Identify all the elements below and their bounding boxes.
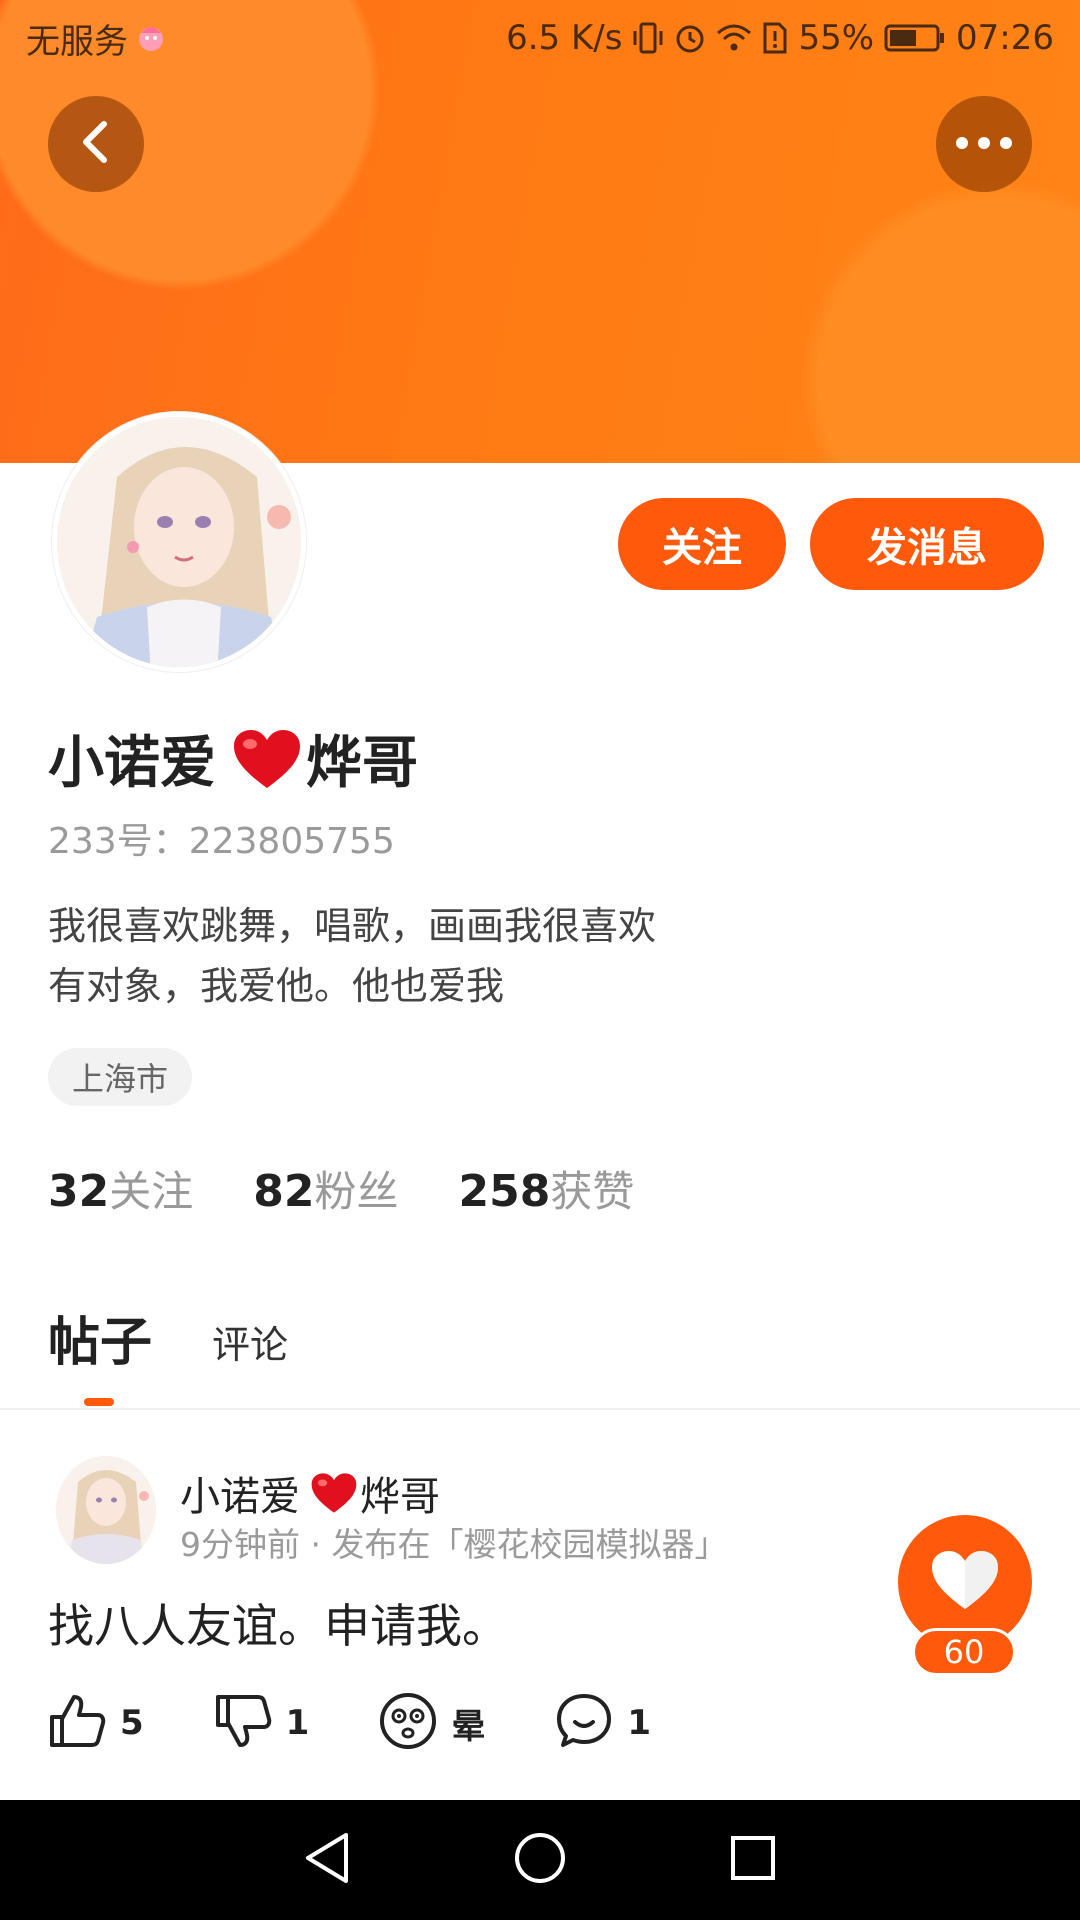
dislike-button[interactable]: 1 — [214, 1693, 310, 1753]
pink-face-icon — [136, 23, 166, 53]
network-speed-text: 6.5 K/s — [506, 18, 623, 58]
post-author-part2: 烨哥 — [360, 1474, 440, 1520]
send-message-button[interactable]: 发消息 — [810, 498, 1044, 590]
profile-name-part1: 小诺爱 — [48, 731, 216, 796]
tab-comments[interactable]: 评论 — [212, 1314, 288, 1375]
wifi-icon — [716, 23, 752, 53]
comment-count: 1 — [627, 1703, 652, 1743]
battery-percent-text: 55% — [798, 18, 875, 58]
post-text: 找八人友谊。申请我。 — [48, 1599, 508, 1653]
heart-count-badge: 60 — [912, 1628, 1016, 1676]
heart-icon — [930, 1549, 1000, 1615]
triangle-back-icon — [302, 1831, 352, 1889]
like-count: 5 — [120, 1703, 144, 1743]
bio-line-2: 有对象，我爱他。他也爱我 — [48, 964, 505, 1008]
vibrate-icon — [632, 21, 664, 55]
battery-icon — [884, 23, 946, 53]
post-actions: 5 1 晕 1 — [48, 1692, 721, 1754]
nav-recents-button[interactable] — [713, 1820, 793, 1900]
user-id: 233号：223805755 — [48, 821, 395, 862]
post-author-name[interactable]: 小诺爱 烨哥 — [180, 1464, 440, 1522]
bio-line-1: 我很喜欢跳舞，唱歌，画画我很喜欢 — [48, 904, 657, 948]
nav-home-button[interactable] — [500, 1820, 580, 1900]
nav-back-button[interactable] — [287, 1820, 367, 1900]
back-button[interactable] — [48, 96, 144, 192]
comment-bubble-icon — [555, 1692, 613, 1754]
stat-following[interactable]: 32 关注 — [48, 1158, 193, 1219]
post-author-avatar[interactable] — [56, 1456, 156, 1564]
dizzy-reaction-button[interactable]: 晕 — [379, 1692, 485, 1754]
follow-button[interactable]: 关注 — [618, 498, 786, 590]
stat-followers[interactable]: 82 粉丝 — [253, 1158, 398, 1219]
status-bar: 无服务 6.5 K/s 55% 07:26 — [0, 0, 1080, 76]
stat-following-count: 32 — [48, 1166, 110, 1217]
carrier-text: 无服务 — [26, 21, 128, 62]
comment-button[interactable]: 1 — [555, 1692, 651, 1754]
sim-alert-icon — [762, 21, 788, 55]
profile-bio: 我很喜欢跳舞，唱歌，画画我很喜欢 有对象，我爱他。他也爱我 — [48, 896, 808, 1016]
profile-header-banner: 无服务 6.5 K/s 55% 07:26 — [0, 0, 1080, 463]
tab-posts[interactable]: 帖子 — [48, 1300, 152, 1375]
like-button[interactable]: 5 — [48, 1693, 144, 1753]
dislike-count: 1 — [285, 1703, 310, 1743]
stat-likes[interactable]: 258 获赞 — [459, 1158, 635, 1219]
heart-emoji-icon — [232, 728, 302, 790]
thumbs-down-icon — [214, 1693, 272, 1753]
active-tab-indicator — [84, 1398, 114, 1406]
circle-home-icon — [513, 1831, 567, 1889]
dizzy-label: 晕 — [451, 1706, 486, 1747]
chevron-left-icon — [76, 118, 116, 170]
profile-name: 小诺爱 烨哥 — [48, 718, 418, 799]
profile-avatar[interactable] — [52, 412, 306, 672]
heart-emoji-icon — [310, 1472, 358, 1514]
location-tag: 上海市 — [48, 1048, 193, 1106]
ellipsis-icon — [954, 135, 1014, 154]
post-meta: 9分钟前 · 发布在「樱花校园模拟器」 — [180, 1525, 728, 1564]
clock-text: 07:26 — [956, 18, 1054, 58]
alarm-icon — [674, 21, 706, 55]
post-author-part1: 小诺爱 — [180, 1474, 300, 1520]
square-recents-icon — [728, 1833, 778, 1887]
more-options-button[interactable] — [936, 96, 1032, 192]
system-nav-bar — [0, 1800, 1080, 1920]
stat-likes-label: 获赞 — [550, 1167, 635, 1216]
dizzy-face-icon — [379, 1692, 437, 1754]
stat-followers-label: 粉丝 — [314, 1167, 399, 1216]
profile-stats: 32 关注 82 粉丝 258 获赞 — [48, 1158, 634, 1219]
stat-likes-count: 258 — [458, 1166, 551, 1217]
profile-name-part2: 烨哥 — [306, 731, 418, 796]
thumbs-up-icon — [48, 1693, 106, 1753]
stat-following-label: 关注 — [109, 1167, 194, 1216]
stat-followers-count: 82 — [253, 1166, 315, 1217]
profile-tabs: 帖子 评论 — [48, 1300, 288, 1375]
